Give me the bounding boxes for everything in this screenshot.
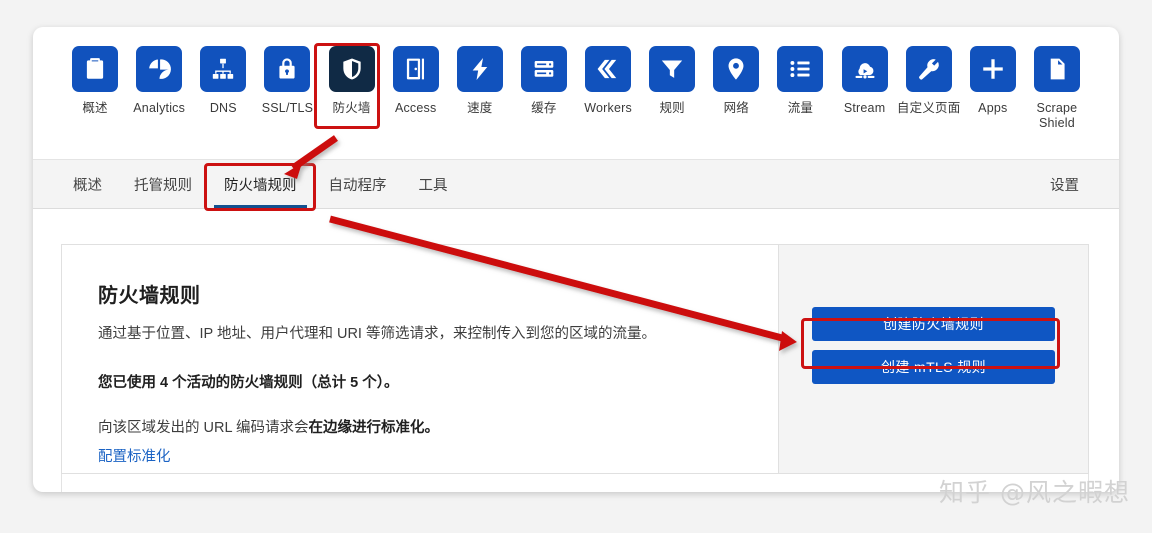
app-nav-label: 防火墙 (332, 101, 371, 115)
app-nav-item-DNS[interactable]: DNS (191, 46, 255, 116)
app-nav-item-Access[interactable]: Access (384, 46, 448, 116)
dashboard-card: 概述 Analytics DNS SSL/TLS 防火墙 Access 速度 缓存 Worker… (33, 27, 1119, 492)
tab-托管规则[interactable]: 托管规则 (118, 160, 208, 208)
normalization-note: 向该区域发出的 URL 编码请求会在边缘进行标准化。 (98, 418, 742, 440)
app-nav-label: Access (394, 101, 437, 115)
panel-left-column: 防火墙规则 通过基于位置、IP 地址、用户代理和 URI 等筛选请求，来控制传入… (62, 245, 778, 473)
app-nav-item-Apps[interactable]: Apps (961, 46, 1025, 116)
normalization-note-prefix: 向该区域发出的 URL 编码请求会 (98, 419, 309, 436)
subnav-spacer (464, 160, 1035, 208)
secondary-nav: 概述 托管规则 防火墙规则 自动程序 工具 设置 (33, 159, 1119, 209)
app-nav-label: SSL/TLS (261, 101, 314, 115)
create-firewall-rule-button[interactable]: 创建防火墙规则 (812, 307, 1055, 341)
app-nav-item-缓存[interactable]: 缓存 (512, 46, 576, 116)
lock-icon[interactable] (264, 46, 311, 92)
lightning-icon[interactable] (456, 46, 503, 92)
rules-usage-text: 您已使用 4 个活动的防火墙规则（总计 5 个）。 (98, 374, 399, 391)
map-pin-icon[interactable] (713, 46, 760, 92)
app-nav-label: 流量 (787, 101, 814, 115)
app-nav-label: Analytics (133, 101, 186, 115)
list-icon[interactable] (777, 46, 824, 92)
firewall-rules-panel: 防火墙规则 通过基于位置、IP 地址、用户代理和 URI 等筛选请求，来控制传入… (61, 244, 1089, 474)
app-nav-item-防火墙[interactable]: 防火墙 (320, 46, 384, 116)
panel-description: 通过基于位置、IP 地址、用户代理和 URI 等筛选请求，来控制传入到您的区域的… (98, 326, 656, 342)
plus-icon[interactable] (969, 46, 1016, 92)
configure-normalization-link[interactable]: 配置标准化 (98, 445, 171, 466)
door-icon[interactable] (392, 46, 439, 92)
app-nav-label: DNS (209, 101, 237, 115)
app-nav-item-Scrape-Shield[interactable]: Scrape Shield (1025, 46, 1089, 132)
settings-link[interactable]: 设置 (1034, 160, 1095, 208)
clipboard-icon[interactable] (72, 46, 119, 92)
tab-防火墙规则[interactable]: 防火墙规则 (208, 160, 313, 208)
tab-工具[interactable]: 工具 (403, 160, 464, 208)
app-nav-label: 网络 (723, 101, 750, 115)
app-nav-item-Workers[interactable]: Workers (576, 46, 640, 116)
app-nav-label: Stream (843, 101, 886, 115)
normalization-note-emphasis: 在边缘进行标准化。 (308, 419, 440, 436)
tab-自动程序[interactable]: 自动程序 (313, 160, 403, 208)
app-nav-label: 概述 (82, 101, 108, 115)
app-nav-label: Apps (978, 101, 1008, 115)
panel-right-column: 创建防火墙规则 创建 mTLS 规则 (778, 245, 1088, 473)
app-nav-label: 规则 (659, 101, 685, 115)
app-nav-label: Workers (584, 101, 632, 115)
app-nav-item-概述[interactable]: 概述 (63, 46, 127, 116)
cloud-play-icon[interactable] (841, 46, 888, 92)
app-icon-row: 概述 Analytics DNS SSL/TLS 防火墙 Access 速度 缓存 Worker… (33, 27, 1119, 159)
document-icon[interactable] (1033, 46, 1080, 92)
screenshot-root: 概述 Analytics DNS SSL/TLS 防火墙 Access 速度 缓存 Worker… (0, 0, 1152, 533)
app-nav-item-Analytics[interactable]: Analytics (127, 46, 191, 116)
app-nav-label: 速度 (467, 101, 493, 115)
page-title: 防火墙规则 (98, 285, 201, 307)
wrench-icon[interactable] (905, 46, 952, 92)
app-nav-item-网络[interactable]: 网络 (704, 46, 768, 116)
app-nav-item-SSL/TLS[interactable]: SSL/TLS (255, 46, 319, 116)
shield-icon[interactable] (328, 46, 375, 92)
app-nav-label: 缓存 (531, 101, 557, 115)
database-icon[interactable] (520, 46, 567, 92)
app-nav-item-Stream[interactable]: Stream (833, 46, 897, 116)
app-nav-label: 自定义页面 (896, 101, 961, 115)
chevrons-icon[interactable] (585, 46, 632, 92)
app-nav-item-流量[interactable]: 流量 (768, 46, 832, 116)
funnel-icon[interactable] (649, 46, 696, 92)
app-nav-item-规则[interactable]: 规则 (640, 46, 704, 116)
create-mtls-rule-button[interactable]: 创建 mTLS 规则 (812, 350, 1055, 384)
app-nav-label: Scrape Shield (1036, 101, 1078, 131)
tab-概述[interactable]: 概述 (57, 160, 118, 208)
pie-chart-icon[interactable] (136, 46, 183, 92)
app-nav-item-自定义页面[interactable]: 自定义页面 (897, 46, 961, 116)
sitemap-icon[interactable] (200, 46, 247, 92)
panel-bottom-strip (61, 474, 1089, 492)
app-nav-item-速度[interactable]: 速度 (448, 46, 512, 116)
